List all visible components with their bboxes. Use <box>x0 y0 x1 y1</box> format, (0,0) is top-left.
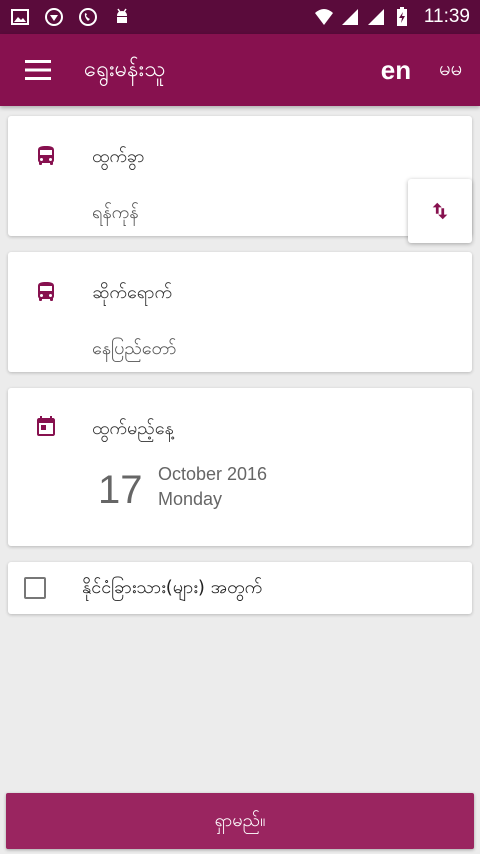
departure-label: ထွက်ခွာ <box>92 146 145 167</box>
language-mm-button[interactable]: မမ <box>439 55 462 85</box>
arrival-value[interactable]: နေပြည်တော် <box>92 336 176 363</box>
phone-icon <box>78 7 98 27</box>
date-card[interactable]: ထွက်မည့်နေ့ 17 October 2016 Monday <box>8 388 472 546</box>
menu-icon <box>25 60 51 80</box>
departure-value[interactable]: ရန်ကုန် <box>92 200 139 227</box>
bus-icon <box>34 280 58 304</box>
menu-button[interactable] <box>0 34 76 106</box>
calendar-icon <box>34 414 58 438</box>
wifi-icon <box>314 7 334 27</box>
android-icon <box>112 7 132 27</box>
arrival-label: ဆိုက်ရောက် <box>92 282 173 303</box>
swap-vertical-icon <box>432 202 448 220</box>
app-bar: ရွေးမန်းသူ en မမ <box>0 34 480 106</box>
shield-icon <box>44 7 64 27</box>
date-day: 17 <box>98 468 143 512</box>
departure-card[interactable]: ထွက်ခွာ ရန်ကုန် <box>8 116 472 236</box>
swap-button[interactable] <box>408 179 472 243</box>
status-bar: 11:39 <box>0 0 480 34</box>
status-time: 11:39 <box>423 6 470 27</box>
foreigner-label: နိုင်ငံခြားသား(များ) အတွက် <box>82 576 263 598</box>
arrival-card[interactable]: ဆိုက်ရောက် နေပြည်တော် <box>8 252 472 372</box>
date-month-year: October 2016 <box>158 464 268 484</box>
page-title: ရွေးမန်းသူ <box>84 56 166 82</box>
battery-charging-icon <box>392 7 412 27</box>
date-weekday: Monday <box>158 489 223 509</box>
search-button[interactable]: ရှာမည်။ <box>6 793 474 849</box>
foreigner-checkbox[interactable] <box>24 577 46 599</box>
signal-icon <box>366 7 386 27</box>
foreigner-card: နိုင်ငံခြားသား(များ) အတွက် <box>8 562 472 614</box>
bus-icon <box>34 144 58 168</box>
signal-icon <box>340 7 360 27</box>
language-en-button[interactable]: en <box>381 55 411 86</box>
date-label: ထွက်မည့်နေ့ <box>92 418 174 439</box>
image-icon <box>10 7 30 27</box>
